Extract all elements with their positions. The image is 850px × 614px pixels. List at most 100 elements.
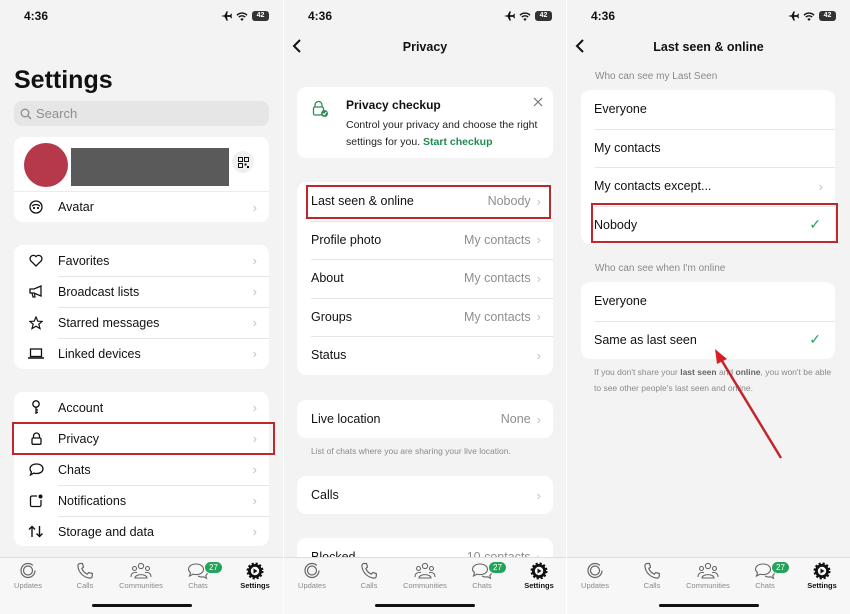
tab-chats[interactable]: 27 Chats <box>737 561 793 590</box>
chevron-right-icon: › <box>536 270 541 286</box>
wifi-icon <box>236 11 248 21</box>
highlight-box-last-seen <box>306 185 551 219</box>
tab-label: Communities <box>403 581 447 590</box>
item-label: Broadcast lists <box>58 284 140 299</box>
chevron-right-icon: › <box>536 487 541 503</box>
privacy-item-calls[interactable]: Calls › <box>297 476 553 514</box>
profile-name-redacted <box>71 148 229 186</box>
tab-updates[interactable]: Updates <box>567 562 623 590</box>
tab-label: Calls <box>76 581 94 590</box>
battery-indicator: 42 <box>535 11 552 21</box>
qr-code-button[interactable] <box>232 151 254 173</box>
item-label: Chats <box>58 462 91 477</box>
privacy-item-profile-photo[interactable]: Profile photo My contacts › <box>297 220 553 260</box>
tab-bar: Updates Calls Communities 27 Chats Setti… <box>567 557 850 614</box>
airplane-icon <box>221 11 232 21</box>
item-label: About <box>311 271 344 286</box>
privacy-item-groups[interactable]: Groups My contacts › <box>297 297 553 337</box>
chevron-right-icon: › <box>252 284 257 299</box>
tab-communities[interactable]: Communities <box>113 562 169 590</box>
chat-bubble-icon <box>28 463 44 476</box>
item-label: Favorites <box>58 253 110 268</box>
item-label: Live location <box>311 412 381 427</box>
status-bar: 4:36 42 <box>284 8 566 28</box>
wifi-icon <box>519 11 531 21</box>
avatar-label: Avatar <box>58 200 94 214</box>
settings-item-notifications[interactable]: Notifications › <box>14 485 269 516</box>
item-label: Notifications <box>58 493 127 508</box>
settings-screen: 4:36 42 Settings Search Avatar › Favorit… <box>0 0 283 614</box>
close-icon[interactable] <box>533 97 543 107</box>
status-time: 4:36 <box>308 9 333 23</box>
page-title: Settings <box>14 66 113 94</box>
chats-unread-badge: 27 <box>204 561 223 574</box>
tab-label: Settings <box>240 581 270 590</box>
tab-updates[interactable]: Updates <box>284 562 340 590</box>
storage-arrows-icon <box>28 525 43 538</box>
tab-bar: Updates Calls Communities 27 Chats Setti… <box>0 557 283 614</box>
tab-settings[interactable]: Settings <box>227 562 283 590</box>
privacy-checkup-card[interactable]: Privacy checkup Control your privacy and… <box>297 87 553 158</box>
qr-code-icon <box>237 156 249 168</box>
highlight-box-privacy <box>12 422 275 455</box>
chevron-right-icon: › <box>536 232 541 248</box>
tab-label: Updates <box>14 581 42 590</box>
tab-label: Settings <box>524 581 554 590</box>
tab-settings[interactable]: Settings <box>794 562 850 590</box>
chevron-right-icon: › <box>252 400 257 415</box>
tab-label: Calls <box>643 581 661 590</box>
privacy-item-live-location[interactable]: Live location None › <box>297 400 553 438</box>
item-label: Starred messages <box>58 315 160 330</box>
item-label: Profile photo <box>311 232 382 247</box>
calls-card: Calls › <box>297 476 553 514</box>
updates-icon <box>304 562 320 579</box>
settings-item-chats[interactable]: Chats › <box>14 454 269 485</box>
settings-item-favorites[interactable]: Favorites › <box>14 245 269 276</box>
privacy-item-status[interactable]: Status › <box>297 336 553 375</box>
tab-updates[interactable]: Updates <box>0 562 56 590</box>
tab-chats[interactable]: 27 Chats <box>170 561 226 590</box>
item-value: None <box>500 412 531 427</box>
home-indicator <box>375 604 475 607</box>
settings-item-starred-messages[interactable]: Starred messages › <box>14 307 269 338</box>
checkup-title: Privacy checkup <box>346 98 441 112</box>
settings-item-storage-and-data[interactable]: Storage and data › <box>14 516 269 546</box>
tab-label: Settings <box>807 581 837 590</box>
search-icon <box>20 108 32 119</box>
home-indicator <box>91 604 192 607</box>
avatar[interactable] <box>24 143 68 187</box>
updates-icon <box>20 562 36 579</box>
settings-group-1: Favorites › Broadcast lists › Starred me… <box>14 245 269 369</box>
heart-icon <box>29 254 43 267</box>
tab-communities[interactable]: Communities <box>397 562 453 590</box>
phone-icon <box>361 562 377 579</box>
item-label: Calls <box>311 488 339 503</box>
settings-gear-icon <box>530 562 548 580</box>
tab-communities[interactable]: Communities <box>680 562 736 590</box>
tab-bar: Updates Calls Communities 27 Chats Setti… <box>284 557 566 614</box>
search-input[interactable]: Search <box>14 101 269 126</box>
settings-gear-icon <box>246 562 264 580</box>
tab-calls[interactable]: Calls <box>57 562 113 590</box>
tab-settings[interactable]: Settings <box>511 562 566 590</box>
star-icon <box>29 315 43 330</box>
profile-card[interactable]: Avatar › <box>14 137 269 222</box>
item-value: My contacts <box>463 271 531 286</box>
settings-item-linked-devices[interactable]: Linked devices › <box>14 338 269 369</box>
tab-calls[interactable]: Calls <box>341 562 397 590</box>
avatar-row[interactable]: Avatar › <box>14 191 269 222</box>
tab-calls[interactable]: Calls <box>624 562 680 590</box>
privacy-item-about[interactable]: About My contacts › <box>297 259 553 298</box>
search-placeholder: Search <box>36 106 78 121</box>
settings-item-broadcast-lists[interactable]: Broadcast lists › <box>14 276 269 307</box>
communities-icon <box>414 562 436 579</box>
airplane-icon <box>504 11 515 21</box>
privacy-screen: 4:36 42 Privacy Privacy checkup Control … <box>284 0 566 614</box>
tab-label: Communities <box>119 581 163 590</box>
start-checkup-link[interactable]: Start checkup <box>423 136 492 148</box>
settings-item-account[interactable]: Account › <box>14 392 269 423</box>
settings-group-2: Account › Privacy › Chats › Notification… <box>14 392 269 546</box>
tab-chats[interactable]: 27 Chats <box>454 561 510 590</box>
megaphone-icon <box>28 285 42 298</box>
item-label: Linked devices <box>58 346 141 361</box>
